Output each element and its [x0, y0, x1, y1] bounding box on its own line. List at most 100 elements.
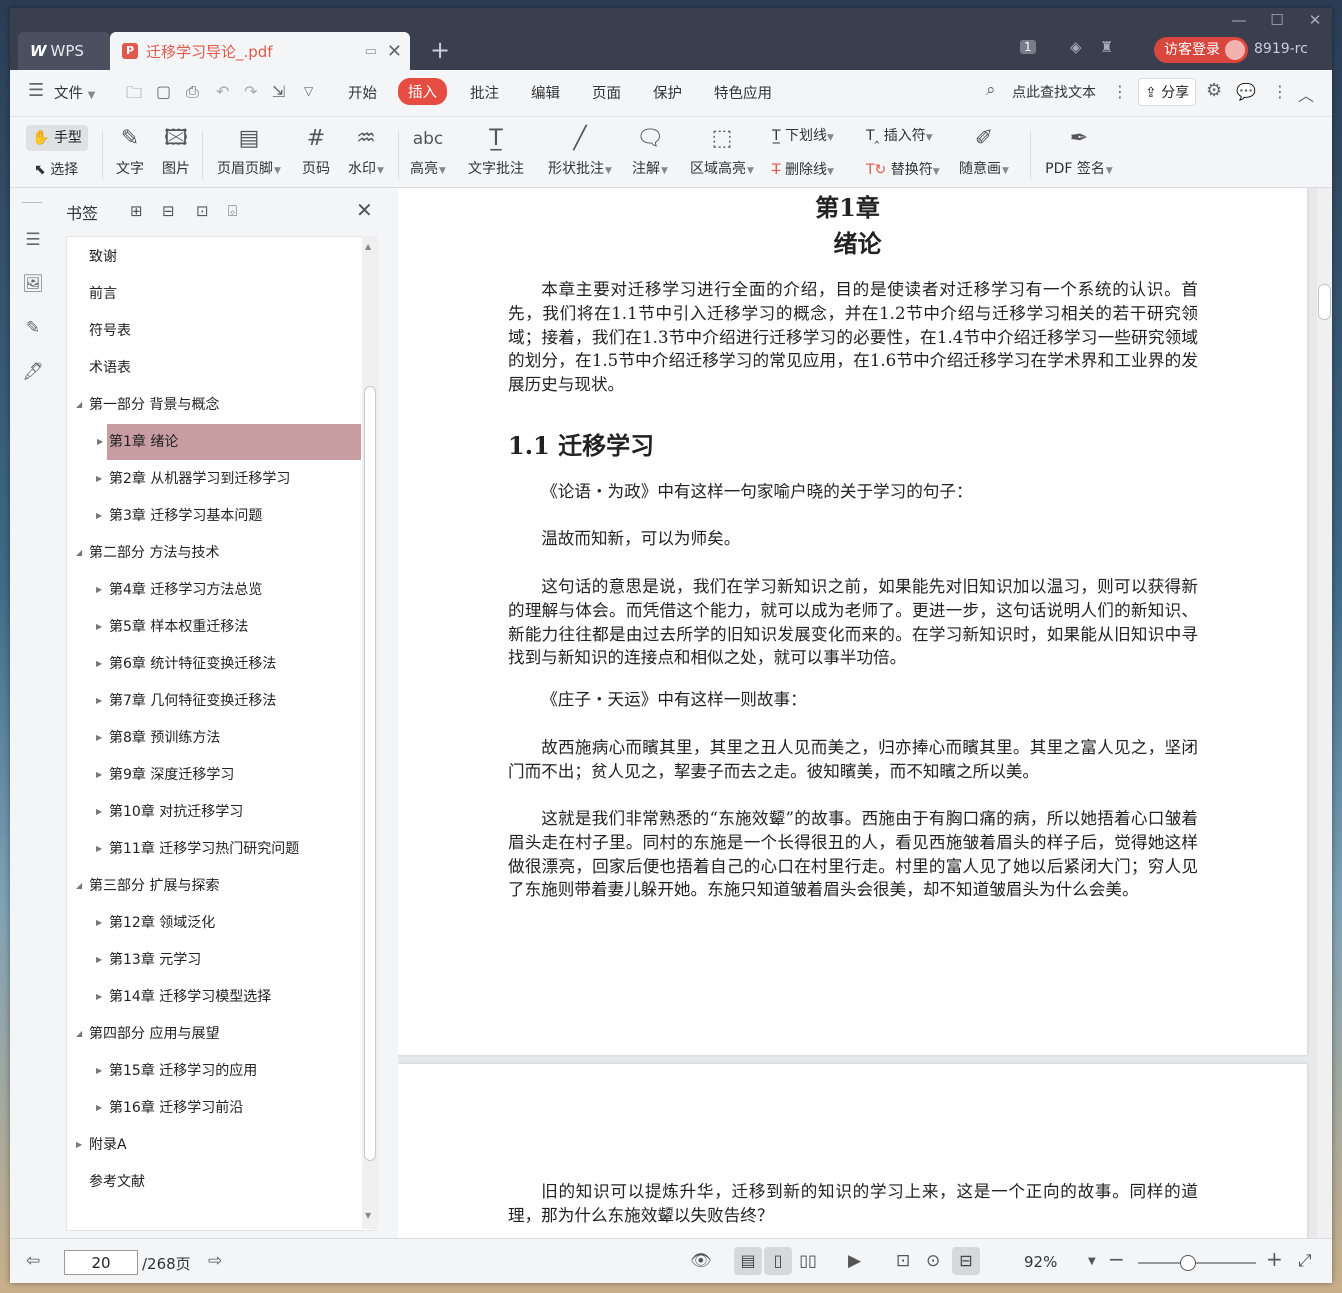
- previous-page-icon[interactable]: ⇦: [26, 1251, 40, 1271]
- page-count-badge[interactable]: 1: [1020, 40, 1036, 54]
- sync-icon[interactable]: ◈: [1070, 38, 1082, 56]
- zoom-in-icon[interactable]: +: [1266, 1247, 1283, 1271]
- bookmark-item[interactable]: ▶ 第5章 样本权重迁移法: [67, 609, 361, 645]
- bookmark-item[interactable]: ▶ 第13章 元学习: [67, 942, 361, 978]
- bookmark-item[interactable]: ◢ 第三部分 扩展与探索: [67, 868, 361, 904]
- more-dropdown-icon[interactable]: ▽: [304, 84, 313, 98]
- tab-wps-home[interactable]: W WPS: [18, 32, 110, 70]
- expand-triangle-icon[interactable]: ▶: [96, 498, 102, 534]
- zoom-dropdown-icon[interactable]: ▼: [1088, 1256, 1096, 1267]
- expand-triangle-icon[interactable]: ▶: [96, 572, 102, 608]
- watermark-button[interactable]: ♒ 水印▼: [344, 123, 388, 178]
- text-comment-button[interactable]: T̲ 文字批注: [464, 123, 528, 178]
- insert-image-button[interactable]: 🖾 图片: [158, 123, 194, 178]
- note-button[interactable]: 🗨 注解▼: [628, 123, 672, 178]
- menu-insert[interactable]: 插入: [398, 78, 447, 105]
- redo-icon[interactable]: ↷: [244, 82, 257, 101]
- collapse-ribbon-icon[interactable]: ︿: [1298, 82, 1314, 106]
- document-scrollbar[interactable]: [1317, 188, 1332, 1238]
- message-icon[interactable]: 💬: [1236, 82, 1256, 101]
- add-bookmark-icon[interactable]: ⊞: [130, 202, 143, 220]
- bookmark-item[interactable]: ▶ 第9章 深度迁移学习: [67, 757, 361, 793]
- freehand-button[interactable]: ✐ 随意画▼: [954, 123, 1014, 178]
- bookmark-scrollbar[interactable]: ▲ ▼: [362, 236, 378, 1229]
- bookmark-item[interactable]: ▶ 第10章 对抗迁移学习: [67, 794, 361, 830]
- page-number-button[interactable]: # 页码: [298, 123, 334, 178]
- bookmark-tag-icon[interactable]: ⌺: [228, 202, 237, 220]
- bookmark-scroll-thumb[interactable]: [364, 386, 376, 1161]
- drag-handle[interactable]: [22, 202, 42, 203]
- new-tab-button[interactable]: +: [430, 36, 450, 64]
- tab-document[interactable]: P 迁移学习导论_.pdf ▭ ✕: [110, 32, 410, 70]
- bookmark-item[interactable]: ▶ 第7章 几何特征变换迁移法: [67, 683, 361, 719]
- menu-features[interactable]: 特色应用: [714, 82, 772, 103]
- underline-button[interactable]: T̲ 下划线▼: [772, 125, 834, 145]
- fit-width-icon[interactable]: ⊟: [952, 1247, 980, 1275]
- bookmark-item[interactable]: 前言: [67, 276, 361, 312]
- menu-page[interactable]: 页面: [592, 82, 621, 103]
- bookmark-item[interactable]: ▶ 附录A: [67, 1127, 361, 1163]
- close-panel-icon[interactable]: ✕: [356, 198, 373, 222]
- open-folder-icon[interactable]: 🗀: [126, 82, 142, 109]
- hand-tool-button[interactable]: ✋ 手型: [26, 125, 88, 151]
- bookmark-item[interactable]: ▶ 第12章 领域泛化: [67, 905, 361, 941]
- expand-triangle-icon[interactable]: ▶: [96, 461, 102, 497]
- minimize-button[interactable]: —: [1222, 10, 1256, 30]
- maximize-button[interactable]: ☐: [1260, 10, 1294, 30]
- more-options-icon[interactable]: ⋮: [1272, 82, 1288, 101]
- area-highlight-button[interactable]: ⬚ 区域高亮▼: [686, 123, 758, 178]
- header-footer-button[interactable]: ▤ 页眉页脚▼: [210, 123, 288, 178]
- export-icon[interactable]: ⇲: [272, 82, 285, 101]
- menu-file[interactable]: 文件 ▼: [54, 82, 95, 103]
- expand-triangle-icon[interactable]: ▶: [96, 905, 102, 941]
- expand-triangle-icon[interactable]: ▶: [96, 720, 102, 756]
- bookmark-item[interactable]: ▶ 第4章 迁移学习方法总览: [67, 572, 361, 608]
- close-window-button[interactable]: ✕: [1298, 10, 1332, 30]
- bookmark-item[interactable]: ◢ 第四部分 应用与展望: [67, 1016, 361, 1052]
- expand-triangle-icon[interactable]: ▶: [96, 683, 102, 719]
- expand-triangle-icon[interactable]: ▶: [96, 942, 102, 978]
- menu-protect[interactable]: 保护: [653, 82, 682, 103]
- zoom-out-icon[interactable]: −: [1108, 1247, 1125, 1271]
- page-number-input[interactable]: 20: [64, 1250, 138, 1275]
- expand-triangle-icon[interactable]: ▶: [96, 831, 102, 867]
- expand-triangle-icon[interactable]: ▶: [96, 609, 102, 645]
- document-viewport[interactable]: 第1章 绪论 本章主要对迁移学习进行全面的介绍，目的是使读者对迁移学习有一个系统…: [398, 188, 1332, 1238]
- expand-triangle-icon[interactable]: ▶: [96, 1090, 102, 1126]
- bookmark-item[interactable]: 符号表: [67, 313, 361, 349]
- close-tab-icon[interactable]: ✕: [387, 41, 402, 62]
- bookmark-item[interactable]: 致谢: [67, 239, 361, 275]
- login-button[interactable]: 访客登录: [1154, 37, 1248, 63]
- insert-text-button[interactable]: ✎ 文字: [112, 123, 148, 178]
- bookmark-item[interactable]: ▶ 第16章 迁移学习前沿: [67, 1090, 361, 1126]
- print-icon[interactable]: ⎙: [186, 82, 199, 102]
- bookmark-list-icon[interactable]: ☰: [22, 230, 44, 252]
- menu-edit[interactable]: 编辑: [531, 82, 560, 103]
- scroll-up-arrow[interactable]: ▲: [365, 242, 371, 251]
- collapse-triangle-icon[interactable]: ◢: [76, 868, 82, 904]
- bookmark-item[interactable]: ▶ 第3章 迁移学习基本问题: [67, 498, 361, 534]
- bookmark-item[interactable]: ◢ 第一部分 背景与概念: [67, 387, 361, 423]
- thumbnail-icon[interactable]: 🖼: [22, 274, 44, 296]
- screen-icon[interactable]: ▭: [365, 44, 377, 59]
- scroll-down-arrow[interactable]: ▼: [365, 1211, 371, 1220]
- two-page-icon[interactable]: ▯▯: [794, 1247, 822, 1275]
- zoom-level[interactable]: 92%: [1024, 1253, 1057, 1271]
- annotation-icon[interactable]: ✎: [22, 318, 44, 340]
- collapse-triangle-icon[interactable]: ◢: [76, 387, 82, 423]
- actual-size-icon[interactable]: ⊡: [896, 1251, 910, 1271]
- expand-triangle-icon[interactable]: ▶: [97, 424, 103, 460]
- bookmark-item[interactable]: 术语表: [67, 350, 361, 386]
- search-text-button[interactable]: 点此查找文本: [1012, 82, 1096, 102]
- skin-icon[interactable]: ♜: [1100, 38, 1113, 56]
- play-slideshow-icon[interactable]: ▶: [848, 1251, 861, 1271]
- expand-triangle-icon[interactable]: ▶: [96, 794, 102, 830]
- undo-icon[interactable]: ↶: [216, 82, 229, 101]
- bookmark-item[interactable]: ◢ 第二部分 方法与技术: [67, 535, 361, 571]
- expand-all-icon[interactable]: ⊟: [162, 202, 175, 220]
- zoom-slider[interactable]: [1138, 1255, 1256, 1271]
- settings-gear-icon[interactable]: ⚙: [1206, 80, 1222, 101]
- highlight-button[interactable]: abc 高亮▼: [406, 123, 450, 178]
- menu-comment[interactable]: 批注: [470, 82, 499, 103]
- expand-triangle-icon[interactable]: ▶: [96, 979, 102, 1015]
